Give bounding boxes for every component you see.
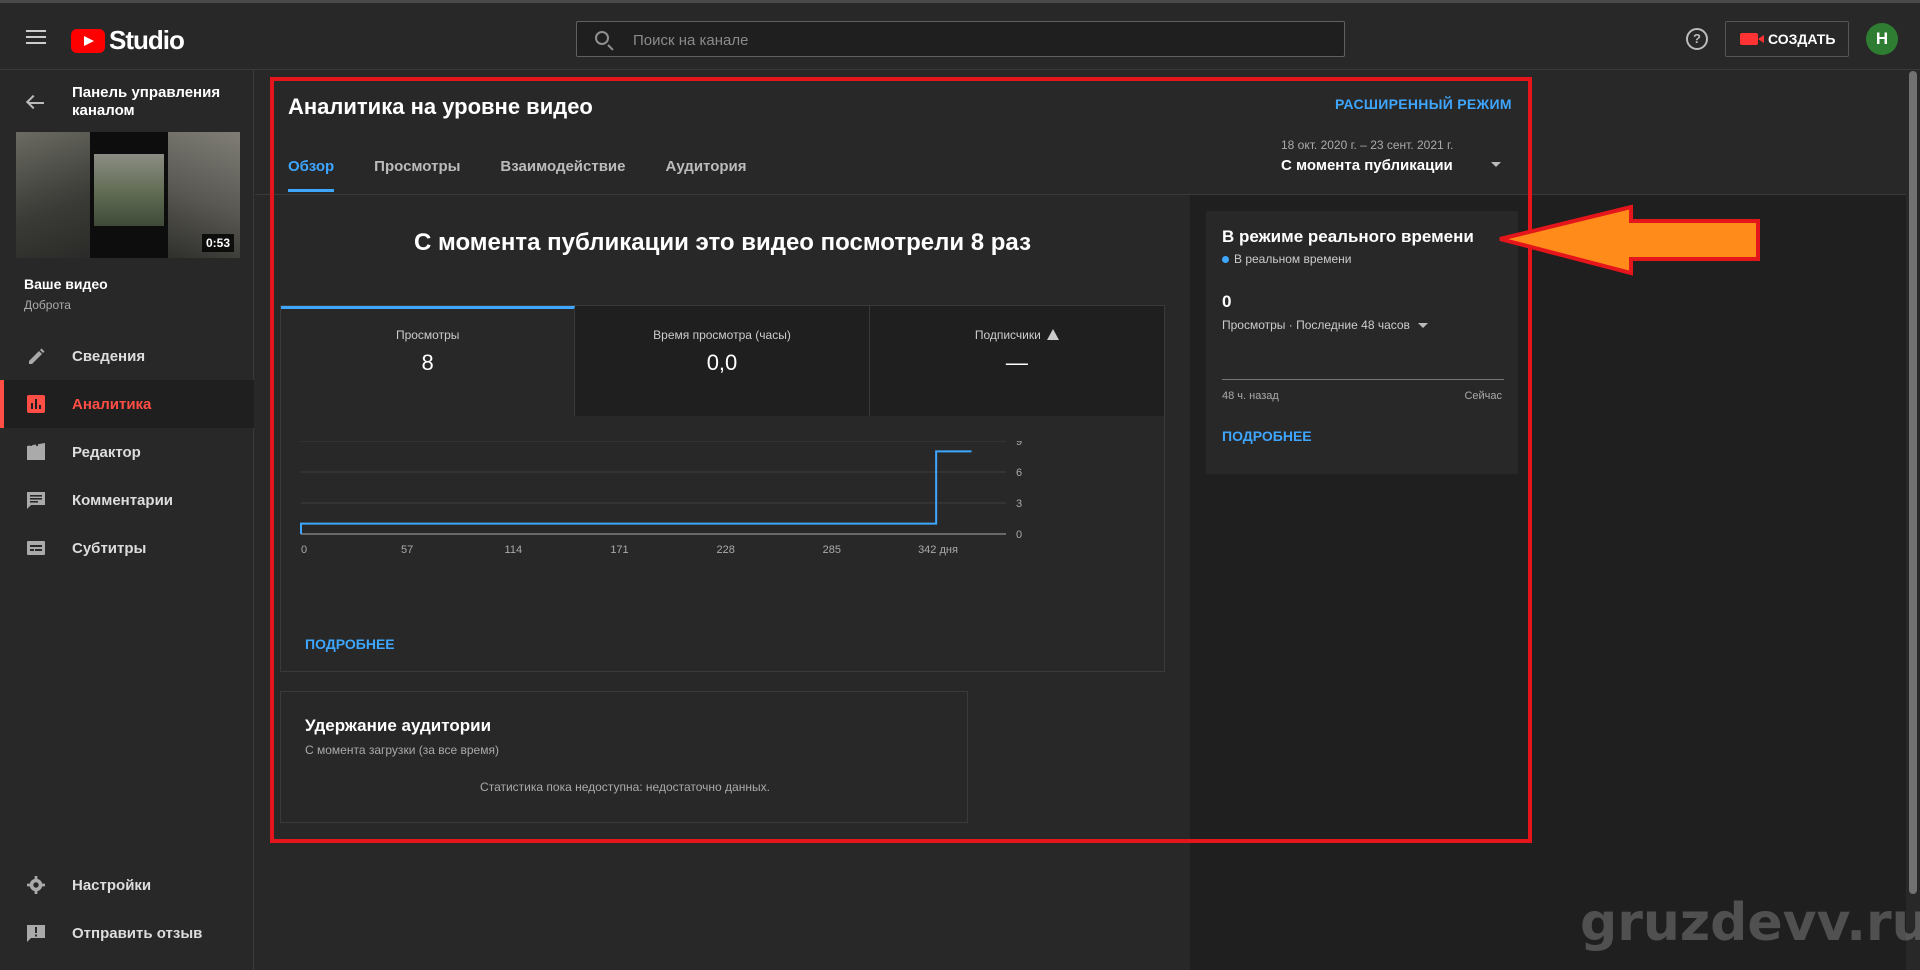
sidebar-item-label: Отправить отзыв (72, 924, 203, 942)
sidebar-item-feedback[interactable]: Отправить отзыв (0, 909, 254, 957)
back-arrow-icon[interactable] (28, 102, 44, 104)
sidebar-item-label: Сведения (72, 347, 146, 365)
help-icon[interactable]: ? (1686, 28, 1708, 50)
sidebar: Панель управления каналом 0:53 Ваше виде… (0, 70, 254, 970)
sidebar-item-comments[interactable]: Комментарии (0, 476, 254, 524)
search-icon (595, 31, 609, 45)
your-video-label: Ваше видео (24, 276, 108, 292)
comment-icon (27, 492, 45, 509)
sidebar-item-label: Комментарии (72, 491, 174, 509)
highlight-frame (270, 77, 1532, 843)
sidebar-bottom-nav: Настройки Отправить отзыв (0, 861, 254, 957)
sidebar-item-label: Субтитры (72, 539, 147, 557)
sidebar-item-settings[interactable]: Настройки (0, 861, 254, 909)
subtitles-icon (27, 541, 45, 555)
sidebar-item-label: Настройки (72, 876, 152, 894)
menu-icon[interactable] (26, 30, 46, 44)
video-duration: 0:53 (201, 234, 234, 252)
pencil-icon (29, 348, 45, 364)
sidebar-item-label: Редактор (72, 443, 141, 461)
analytics-icon (27, 395, 45, 413)
video-thumbnail[interactable]: 0:53 (16, 132, 240, 258)
search-box (576, 21, 1345, 57)
top-bar: Studio ? СОЗДАТЬ Н (0, 0, 1920, 70)
sidebar-item-label: Аналитика (72, 395, 152, 413)
feedback-icon (27, 925, 45, 942)
youtube-logo-icon (71, 28, 105, 53)
logo-text: Studio (109, 25, 185, 55)
annotation-arrow-icon (1499, 204, 1760, 276)
sidebar-nav: Сведения Аналитика Редактор Комментарии … (0, 332, 254, 572)
search-input[interactable] (633, 28, 1323, 52)
sidebar-item-subtitles[interactable]: Субтитры (0, 524, 254, 572)
video-title: Доброта (24, 298, 71, 312)
camera-icon (1740, 33, 1764, 45)
film-icon (27, 443, 45, 460)
back-label[interactable]: Панель управления каналом (72, 84, 232, 120)
gear-icon (27, 876, 45, 894)
sidebar-item-analytics[interactable]: Аналитика (0, 380, 254, 428)
sidebar-item-editor[interactable]: Редактор (0, 428, 254, 476)
scrollbar-thumb[interactable] (1909, 71, 1917, 894)
avatar[interactable]: Н (1866, 23, 1898, 55)
youtube-studio-logo[interactable]: Studio (71, 25, 185, 56)
scrollbar[interactable] (1906, 71, 1920, 970)
create-button-label: СОЗДАТЬ (1768, 31, 1836, 47)
sidebar-item-details[interactable]: Сведения (0, 332, 254, 380)
create-button[interactable]: СОЗДАТЬ (1725, 21, 1849, 57)
watermark: gruzdevv.ru (1580, 893, 1920, 953)
